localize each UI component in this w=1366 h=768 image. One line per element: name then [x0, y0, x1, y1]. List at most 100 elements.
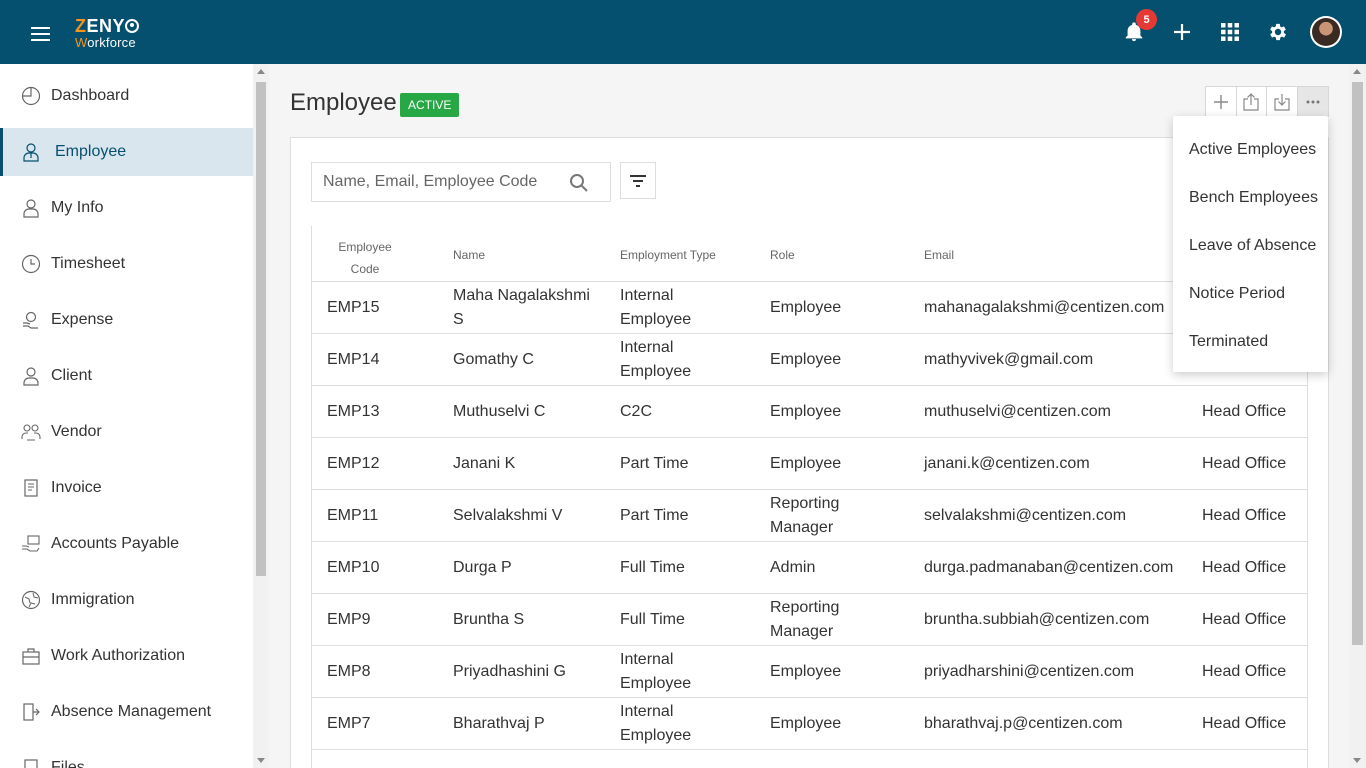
apps-grid-icon[interactable]: [1214, 16, 1246, 48]
cell-name: Maha Nagalakshmi S: [453, 287, 590, 328]
cell-email: mahanagalakshmi@centizen.com: [924, 299, 1165, 316]
user-avatar[interactable]: [1310, 16, 1342, 48]
filter-button[interactable]: [620, 162, 656, 199]
sidebar-item-work-authorization[interactable]: Work Authorization: [0, 632, 253, 680]
menu-item-active-employees[interactable]: Active Employees: [1189, 141, 1316, 159]
menu-item-leave-of-absence[interactable]: Leave of Absence: [1189, 237, 1316, 255]
cell-role: Employee: [770, 663, 842, 680]
main-scroll-up-arrow-icon[interactable]: [1353, 69, 1361, 74]
more-options-button[interactable]: [1297, 87, 1328, 116]
column-header-role[interactable]: Role: [770, 248, 795, 262]
timesheet-icon: [21, 254, 41, 274]
sidebar-item-accounts-payable[interactable]: Accounts Payable: [0, 520, 253, 568]
table-row[interactable]: EMP12 Janani K Part Time Employee janani.k@c…: [311, 438, 1308, 490]
menu-item-terminated[interactable]: Terminated: [1189, 333, 1268, 351]
cell-employee-code: EMP9: [327, 611, 371, 628]
sidebar-item-invoice[interactable]: Invoice: [0, 464, 253, 512]
filter-icon: [630, 174, 646, 187]
sidebar-item-dashboard[interactable]: Dashboard: [0, 72, 253, 120]
cell-role: Employee: [770, 299, 842, 316]
table-row[interactable]: EMP8 Priyadhashini G Internal Employee Emplo…: [311, 646, 1308, 698]
sidebar-item-expense[interactable]: Expense: [0, 296, 253, 344]
cell-office: Head Office: [1202, 715, 1287, 732]
cell-email: mathyvivek@gmail.com: [924, 351, 1094, 368]
sidebar-item-vendor[interactable]: Vendor: [0, 408, 253, 456]
table-body: EMP15 Maha Nagalakshmi S Internal Employee Em…: [311, 282, 1308, 750]
cell-role: Employee: [770, 715, 842, 732]
cell-email: priyadharshini@centizen.com: [924, 663, 1135, 680]
sidebar-scrollbar-thumb[interactable]: [256, 82, 266, 576]
cell-name: Bruntha S: [453, 611, 525, 628]
scroll-down-arrow-icon[interactable]: [257, 758, 265, 763]
cell-employee-code: EMP14: [327, 351, 380, 368]
gear-icon[interactable]: [1262, 16, 1294, 48]
sidebar-item-timesheet[interactable]: Timesheet: [0, 240, 253, 288]
menu-item-notice-period[interactable]: Notice Period: [1189, 285, 1285, 303]
status-filter-dropdown: Active Employees Bench Employees Leave o…: [1173, 116, 1328, 372]
cell-role: Employee: [770, 455, 842, 472]
sidebar-item-my-info[interactable]: My Info: [0, 184, 253, 232]
cell-employee-code: EMP8: [327, 663, 371, 680]
column-header-employee-code[interactable]: Employee Code: [327, 236, 403, 280]
sidebar-item-files[interactable]: Files: [0, 744, 253, 768]
cell-email: muthuselvi@centizen.com: [924, 403, 1111, 420]
cell-name: Muthuselvi C: [453, 403, 546, 420]
vendor-icon: [21, 424, 41, 441]
logo-text: ENY: [86, 16, 126, 36]
cell-office: Head Office: [1202, 507, 1287, 524]
column-header-employment-type[interactable]: Employment Type: [620, 248, 716, 262]
cell-employee-code: EMP15: [327, 299, 380, 316]
client-icon: [23, 367, 39, 386]
page-title: Employee: [290, 89, 397, 116]
cell-office: Head Office: [1202, 559, 1287, 576]
table-row[interactable]: EMP7 Bharathvaj P Internal Employee Employee…: [311, 698, 1308, 750]
cell-office: Head Office: [1202, 403, 1287, 420]
cell-employment-type: Internal Employee: [620, 703, 692, 744]
table-row[interactable]: EMP11 Selvalakshmi V Part Time Reporting Man…: [311, 490, 1308, 542]
table-row[interactable]: EMP14 Gomathy C Internal Employee Employee ma…: [311, 334, 1308, 386]
cell-employee-code: EMP10: [327, 559, 380, 576]
absence-management-icon: [23, 703, 40, 721]
cell-name: Priyadhashini G: [453, 663, 566, 680]
column-header-name[interactable]: Name: [453, 248, 485, 262]
search-input[interactable]: [312, 163, 562, 201]
column-header-email[interactable]: Email: [924, 248, 954, 262]
sidebar-item-absence-management[interactable]: Absence Management: [0, 688, 253, 736]
table-row[interactable]: EMP9 Bruntha S Full Time Reporting Manager br…: [311, 594, 1308, 646]
logo[interactable]: ZENY Workforce: [75, 17, 141, 49]
plus-icon: [1213, 94, 1228, 109]
dashboard-icon: [21, 86, 41, 106]
upload-icon: [1243, 92, 1259, 111]
cell-name: Durga P: [453, 559, 512, 576]
sidebar-item-employee[interactable]: Employee: [0, 128, 253, 176]
cell-role: Admin: [770, 559, 816, 576]
work-authorization-icon: [22, 648, 40, 665]
accounts-payable-icon: [22, 535, 40, 552]
main-scrollbar-thumb[interactable]: [1352, 82, 1363, 645]
table-row[interactable]: EMP10 Durga P Full Time Admin durga.padmanab…: [311, 542, 1308, 594]
top-bar: ZENY Workforce 5: [0, 0, 1366, 64]
import-button[interactable]: [1267, 87, 1298, 116]
expense-icon: [23, 311, 38, 329]
add-icon[interactable]: [1166, 16, 1198, 48]
search-icon[interactable]: [569, 173, 589, 193]
table-row[interactable]: EMP15 Maha Nagalakshmi S Internal Employee Em…: [311, 282, 1308, 334]
export-button[interactable]: [1237, 87, 1267, 116]
cell-employment-type: C2C: [620, 403, 653, 420]
menu-item-bench-employees[interactable]: Bench Employees: [1189, 189, 1318, 207]
notification-count-badge: 5: [1136, 9, 1157, 30]
sidebar-item-immigration[interactable]: Immigration: [0, 576, 253, 624]
add-employee-button[interactable]: [1206, 87, 1237, 116]
main-scrollbar[interactable]: [1349, 64, 1366, 768]
sidebar-scrollbar[interactable]: [253, 64, 269, 768]
sidebar-item-client[interactable]: Client: [0, 352, 253, 400]
action-toolbar: [1205, 86, 1329, 117]
scroll-up-arrow-icon[interactable]: [257, 69, 265, 74]
cell-employment-type: Part Time: [620, 455, 689, 472]
cell-name: Janani K: [453, 455, 516, 472]
menu-icon[interactable]: [31, 27, 50, 41]
cell-employment-type: Full Time: [620, 559, 685, 576]
table-row[interactable]: EMP13 Muthuselvi C C2C Employee muthuselvi@c…: [311, 386, 1308, 438]
main-scroll-down-arrow-icon[interactable]: [1353, 758, 1361, 763]
status-badge: ACTIVE: [400, 93, 460, 117]
